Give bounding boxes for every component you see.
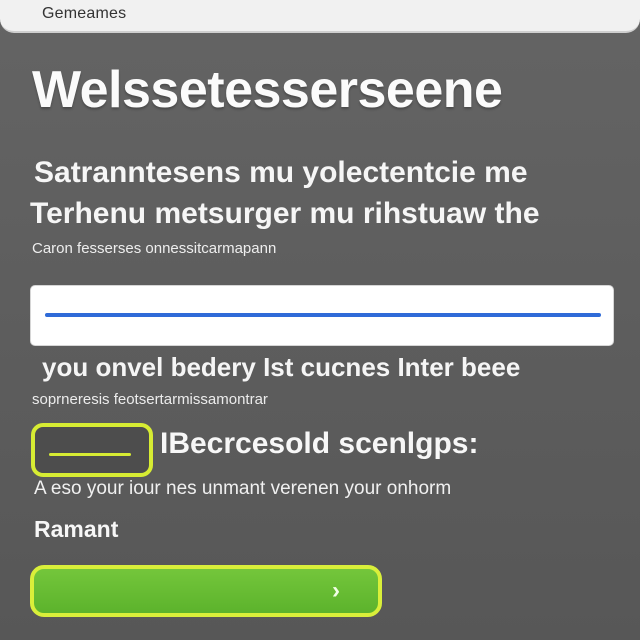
toggle-indicator [49, 453, 131, 456]
text-input[interactable] [45, 292, 605, 314]
input-focus-underline [45, 313, 601, 317]
page-title: Welssetesserseene [32, 61, 503, 119]
intro-line-2: Terhenu metsurger mu rihstuaw the [30, 197, 540, 230]
toggle-description: A eso your iour nes unmant verenen your … [34, 478, 452, 499]
section-label: Ramant [34, 516, 119, 542]
screen: Gemeames Welssetesserseene Satranntesens… [0, 0, 640, 640]
option-toggle[interactable] [31, 423, 153, 477]
hint-text-large: you onvel bedery Ist cucnes Inter beee [42, 352, 521, 382]
chevron-down-icon: › [332, 577, 340, 604]
hint-text-small: soprneresis feotsertarmissamontrar [32, 391, 268, 408]
window-title: Gemeames [42, 5, 127, 22]
field-caption: Caron fesserses onnessitcarmapann [32, 240, 277, 257]
toggle-label: IBecrcesold scenlgps: [160, 427, 479, 460]
text-input-field[interactable] [30, 285, 614, 346]
action-button[interactable]: › [30, 565, 382, 617]
top-bar: Gemeames [0, 0, 640, 33]
intro-line-1: Satranntesens mu yolectentcie me [34, 156, 528, 189]
